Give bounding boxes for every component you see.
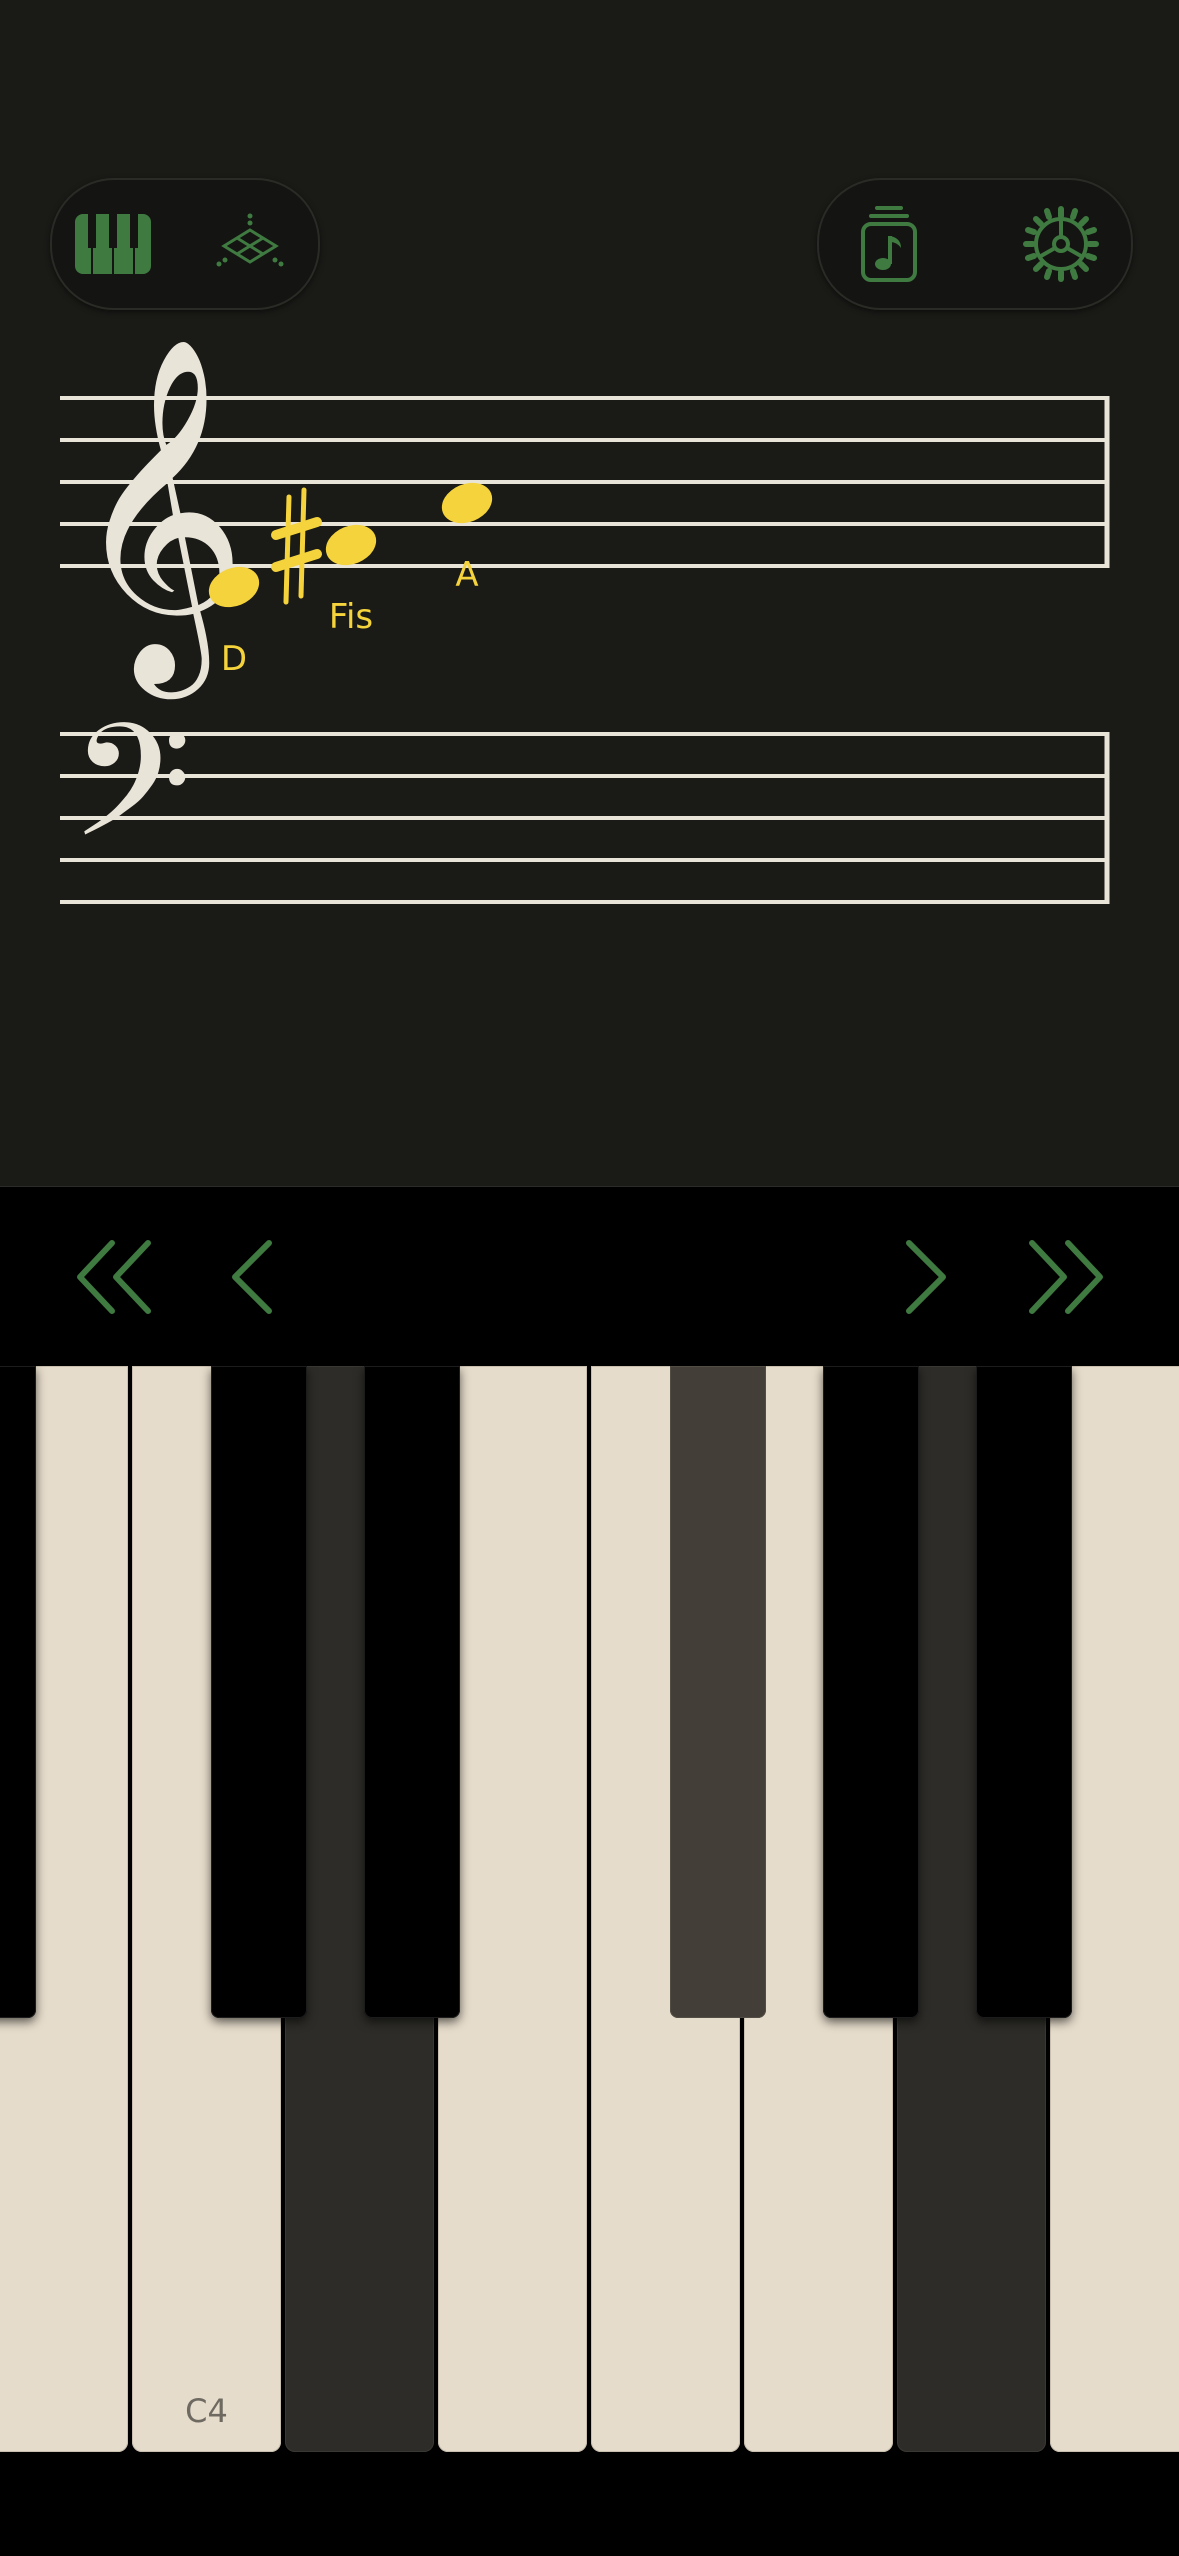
piano-mode-button[interactable] xyxy=(63,194,163,294)
skip-back-button[interactable] xyxy=(64,1227,164,1327)
forward-button[interactable] xyxy=(876,1227,976,1327)
piano-keyboard: C4 xyxy=(0,1366,1179,2556)
skip-back-icon xyxy=(77,1240,151,1314)
sharp-icon xyxy=(271,487,322,605)
skip-forward-button[interactable] xyxy=(1016,1227,1116,1327)
black-key-g-sharp-4[interactable] xyxy=(823,1366,919,2018)
piano-keyboard-icon xyxy=(75,214,151,274)
actions-toolbar xyxy=(817,178,1133,310)
back-icon xyxy=(232,1240,272,1314)
black-key-a-sharp-3[interactable] xyxy=(0,1366,36,2018)
note-label-d: D xyxy=(221,639,247,679)
black-key-d-sharp-4[interactable] xyxy=(364,1366,460,2018)
gear-icon xyxy=(1023,206,1099,282)
mode-toolbar xyxy=(50,178,320,310)
white-key-e4[interactable] xyxy=(438,1366,587,2452)
keyboard-navigation-bar xyxy=(0,1187,1179,1366)
notation-area: 𝄞 𝄢 D Fis A xyxy=(0,0,1179,1187)
bass-clef-icon: 𝄢 xyxy=(70,690,192,911)
note-a[interactable]: A xyxy=(436,476,498,595)
black-key-a-sharp-4[interactable] xyxy=(976,1366,1072,2018)
diamond-lattice-icon xyxy=(216,213,284,267)
note-label-a: A xyxy=(455,555,478,595)
black-key-f-sharp-4[interactable] xyxy=(670,1366,766,2018)
forward-icon xyxy=(906,1240,946,1314)
back-button[interactable] xyxy=(202,1227,302,1327)
bass-staff xyxy=(60,732,1110,904)
key-label-c4: C4 xyxy=(185,2392,228,2430)
black-key-c-sharp-4[interactable] xyxy=(211,1366,307,2018)
note-label-fis: Fis xyxy=(329,597,373,637)
settings-button[interactable] xyxy=(1011,194,1111,294)
skip-forward-icon xyxy=(1029,1240,1103,1314)
song-library-button[interactable] xyxy=(839,194,939,294)
lattice-mode-button[interactable] xyxy=(200,194,300,294)
app-root: 𝄞 𝄢 D Fis A C4 xyxy=(0,0,1179,2556)
music-note-jar-icon xyxy=(861,206,917,282)
note-fis[interactable]: Fis xyxy=(320,518,382,637)
